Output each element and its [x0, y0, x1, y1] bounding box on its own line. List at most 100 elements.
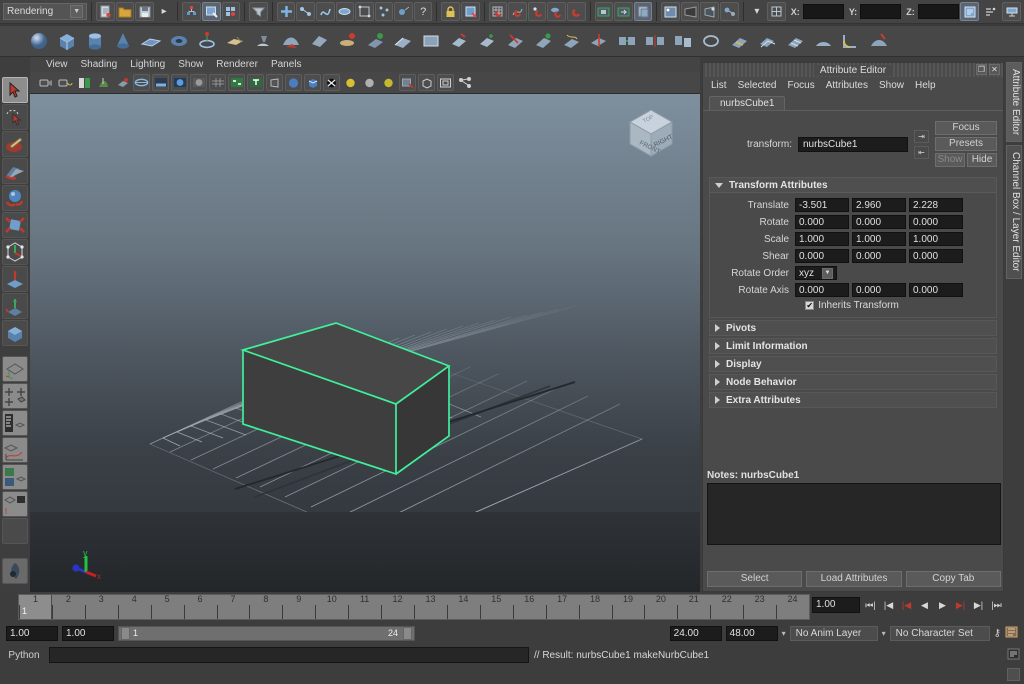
- lock-camera-icon[interactable]: [57, 74, 74, 91]
- shear-y-field[interactable]: 0.000: [852, 249, 906, 263]
- step-forward-frame-icon[interactable]: ▶|: [971, 597, 986, 613]
- extrude-icon[interactable]: [334, 28, 360, 54]
- pivots-frame[interactable]: Pivots: [709, 320, 997, 336]
- restore-icon[interactable]: ❐: [976, 64, 987, 75]
- load-node-icon[interactable]: ⇤: [914, 146, 929, 159]
- hardware-text-icon[interactable]: [247, 74, 264, 91]
- translate-z-field[interactable]: 2.228: [909, 198, 963, 212]
- scale-x-field[interactable]: 1.000: [795, 232, 849, 246]
- time-slider[interactable]: 1 12345678910111213141516171819202122232…: [18, 594, 810, 620]
- boundary-icon[interactable]: [390, 28, 416, 54]
- image-plane-icon[interactable]: [114, 74, 131, 91]
- open-scene-icon[interactable]: [116, 2, 135, 21]
- presets-button[interactable]: Presets: [935, 137, 997, 151]
- range-start-field[interactable]: 1.00: [62, 626, 114, 641]
- texture-icon[interactable]: [228, 74, 245, 91]
- snap-view-plane-icon[interactable]: [567, 2, 586, 21]
- x-input[interactable]: [803, 4, 844, 19]
- persp-outliner-layout[interactable]: [2, 491, 28, 517]
- output-connections-icon[interactable]: [634, 2, 653, 21]
- display-header[interactable]: Display: [710, 357, 996, 371]
- new-scene-icon[interactable]: [96, 2, 115, 21]
- nurbs-plane-icon[interactable]: [138, 28, 164, 54]
- sidebar-tool-settings-icon[interactable]: [1002, 2, 1021, 21]
- range-slider[interactable]: 1 24: [118, 626, 415, 641]
- persp-graph-layout[interactable]: [2, 437, 28, 463]
- nurbs-cone-icon[interactable]: [110, 28, 136, 54]
- command-language-label[interactable]: Python: [4, 650, 44, 661]
- xyz-pulldown-icon[interactable]: ▾: [748, 2, 767, 21]
- rotate-axis-x-field[interactable]: 0.000: [795, 283, 849, 297]
- wireframe-shading-icon[interactable]: [133, 74, 150, 91]
- hypershade-persp-layout[interactable]: [2, 464, 28, 490]
- focus-button[interactable]: Focus: [935, 121, 997, 135]
- offset-surfaces-icon[interactable]: [754, 28, 780, 54]
- rotate-order-dropdown[interactable]: xyz ▼: [795, 266, 837, 280]
- component-mask-icon[interactable]: [461, 2, 480, 21]
- insert-isoparms-icon[interactable]: [726, 28, 752, 54]
- birail-icon[interactable]: [362, 28, 388, 54]
- bookmark-icon[interactable]: [95, 74, 112, 91]
- nurbs-cylinder-icon[interactable]: [82, 28, 108, 54]
- select-tool[interactable]: [2, 77, 28, 103]
- untrim-surfaces-icon[interactable]: [530, 28, 556, 54]
- character-set-pulldown-icon[interactable]: ▾: [882, 629, 886, 638]
- translate-x-field[interactable]: -3.501: [795, 198, 849, 212]
- save-scene-icon[interactable]: [135, 2, 154, 21]
- translate-y-field[interactable]: 2.960: [852, 198, 906, 212]
- rotate-axis-z-field[interactable]: 0.000: [909, 283, 963, 297]
- attach-surfaces-icon[interactable]: [614, 28, 640, 54]
- select-handle-icon[interactable]: [277, 2, 296, 21]
- shear-x-field[interactable]: 0.000: [795, 249, 849, 263]
- pivots-header[interactable]: Pivots: [710, 321, 996, 335]
- sidebar-attribute-editor-icon[interactable]: [960, 2, 979, 21]
- viewport-menu-show[interactable]: Show: [178, 59, 203, 70]
- vertical-tab-attribute-editor[interactable]: Attribute Editor: [1006, 62, 1022, 142]
- resize-corner[interactable]: [1007, 668, 1020, 681]
- step-back-frame-icon[interactable]: |◀: [881, 597, 896, 613]
- scale-tool[interactable]: [2, 212, 28, 238]
- character-set-field[interactable]: No Character Set: [890, 626, 990, 641]
- viewport-menu-shading[interactable]: Shading: [81, 59, 118, 70]
- animation-end-field[interactable]: 48.00: [726, 626, 778, 641]
- viewport-menu-panels[interactable]: Panels: [271, 59, 302, 70]
- playback-speed-field[interactable]: 1.00: [812, 597, 860, 613]
- paint-select-tool[interactable]: [2, 131, 28, 157]
- node-behavior-header[interactable]: Node Behavior: [710, 375, 996, 389]
- construction-history-icon[interactable]: [595, 2, 614, 21]
- inherits-transform-checkbox[interactable]: ✔: [805, 301, 814, 310]
- limit-information-header[interactable]: Limit Information: [710, 339, 996, 353]
- ae-menu-selected[interactable]: Selected: [738, 80, 777, 91]
- animation-preferences-icon[interactable]: [1005, 626, 1018, 641]
- copy-tab-button[interactable]: Copy Tab: [906, 571, 1001, 587]
- rotate-tool[interactable]: [2, 185, 28, 211]
- show-manipulator-tool[interactable]: [2, 293, 28, 319]
- extra-attributes-header[interactable]: Extra Attributes: [710, 393, 996, 407]
- render-settings-icon[interactable]: [700, 2, 719, 21]
- anim-layer-pulldown-icon[interactable]: ▾: [782, 629, 786, 638]
- go-to-start-icon[interactable]: ⏮|: [863, 597, 878, 613]
- wireframe-on-shaded-icon[interactable]: [209, 74, 226, 91]
- isolate-select-icon[interactable]: [418, 74, 435, 91]
- rebuild-surfaces-icon[interactable]: [782, 28, 808, 54]
- sculpt-geometry-icon[interactable]: [866, 28, 892, 54]
- flat-shade-icon[interactable]: [190, 74, 207, 91]
- hypershade-icon[interactable]: [720, 2, 739, 21]
- notes-textarea[interactable]: [707, 483, 1001, 545]
- tab-nurbscube1[interactable]: nurbsCube1: [709, 96, 785, 110]
- snap-curve-icon[interactable]: [508, 2, 527, 21]
- shear-z-field[interactable]: 0.000: [909, 249, 963, 263]
- step-back-key-icon[interactable]: |◀: [899, 597, 914, 613]
- ae-menu-show[interactable]: Show: [879, 80, 904, 91]
- range-slider-left-handle[interactable]: [121, 627, 130, 640]
- light-three-icon[interactable]: [380, 74, 397, 91]
- hud-icon[interactable]: [437, 74, 454, 91]
- smooth-shade-selected-icon[interactable]: [171, 74, 188, 91]
- align-surfaces-icon[interactable]: [670, 28, 696, 54]
- input-connections-icon[interactable]: [614, 2, 633, 21]
- play-backwards-icon[interactable]: ◀: [917, 597, 932, 613]
- input-field-mode-icon[interactable]: [767, 2, 786, 21]
- smooth-shade-all-icon[interactable]: [152, 74, 169, 91]
- camera-attributes-icon[interactable]: [76, 74, 93, 91]
- ao-icon[interactable]: [323, 74, 340, 91]
